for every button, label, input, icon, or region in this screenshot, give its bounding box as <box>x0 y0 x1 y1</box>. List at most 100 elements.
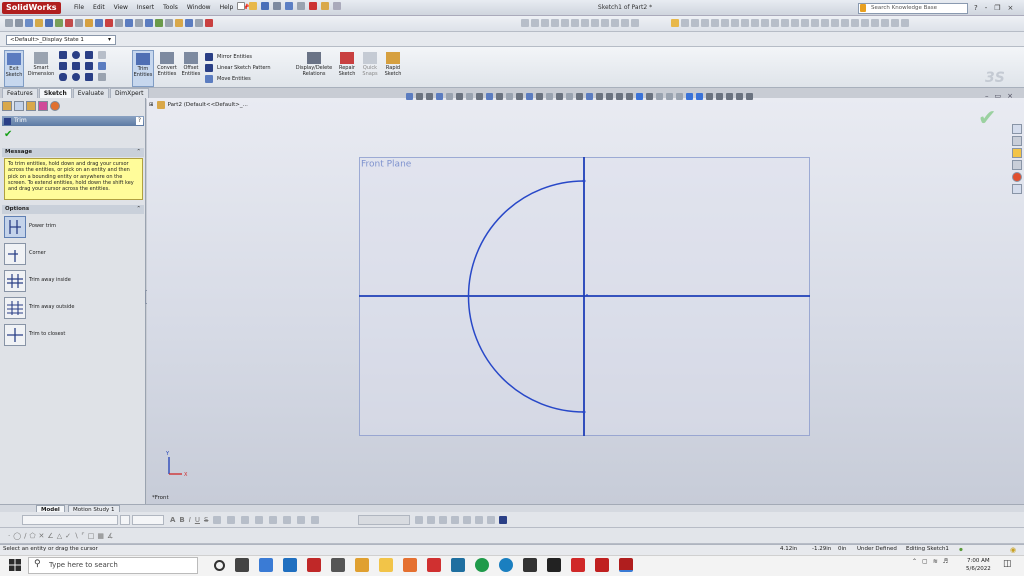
tool-icon-v[interactable] <box>891 19 899 27</box>
tool-icon-n[interactable] <box>811 19 819 27</box>
corner-format-icon[interactable]: ⌜ <box>81 532 84 540</box>
underline-icon[interactable]: U <box>195 516 200 524</box>
ok-check-button[interactable]: ✔ <box>4 129 12 140</box>
text-tool-icon[interactable] <box>98 51 106 59</box>
hud-tool-icon-11[interactable] <box>606 92 613 100</box>
spline-tool-icon[interactable] <box>85 51 93 59</box>
menu-view[interactable]: View <box>114 0 128 16</box>
feature-tree-flyout[interactable]: ⊞ Part2 (Default<<Default>_... <box>149 101 248 109</box>
tab-dimxpert[interactable]: DimXpert <box>109 87 149 99</box>
taskbar-search-input[interactable]: Type here to search <box>28 557 198 574</box>
hud-tool-icon-23[interactable] <box>726 92 733 100</box>
options-icon[interactable] <box>333 2 341 10</box>
line-format-icon[interactable]: ∕ <box>24 532 26 540</box>
tool-icon-g[interactable] <box>741 19 749 27</box>
tool-icon-q[interactable] <box>841 19 849 27</box>
centerline-tool-icon[interactable] <box>85 73 93 81</box>
display-style-icon[interactable] <box>175 19 183 27</box>
graphics-area[interactable] <box>147 98 1024 504</box>
display-manager-tab-icon[interactable] <box>50 101 60 111</box>
tool-icon-l[interactable] <box>791 19 799 27</box>
corner-option[interactable]: Corner <box>4 243 139 265</box>
tray-network-icon[interactable]: ▢ <box>922 558 928 565</box>
tool-icon-r[interactable] <box>851 19 859 27</box>
hud-tool-icon-3[interactable] <box>526 92 533 100</box>
hud-tool-icon-8[interactable] <box>576 92 583 100</box>
mail-app-icon[interactable] <box>283 558 297 572</box>
restore-button[interactable]: ❐ <box>994 4 1000 12</box>
display-style-hud-icon[interactable] <box>456 92 463 100</box>
menu-help[interactable]: Help <box>220 0 234 16</box>
sketch-fillet-icon[interactable] <box>98 62 106 70</box>
tab-evaluate[interactable]: Evaluate <box>72 87 109 99</box>
undo-icon[interactable] <box>285 2 293 10</box>
select-icon[interactable] <box>297 2 305 10</box>
tool-icon-b[interactable] <box>691 19 699 27</box>
hide-show-items-icon[interactable] <box>466 92 473 100</box>
spline-icon[interactable] <box>85 19 93 27</box>
trim-to-closest-option[interactable]: Trim to closest <box>4 324 139 346</box>
circle-format-icon[interactable]: ◯ <box>13 532 21 540</box>
circle-tool-icon[interactable] <box>72 51 80 59</box>
tab-sketch[interactable]: Sketch <box>38 87 72 99</box>
acrobat-app-icon[interactable] <box>571 558 585 572</box>
tray-wifi-icon[interactable]: ≋ <box>933 558 938 565</box>
configuration-manager-tab-icon[interactable] <box>26 101 36 111</box>
tool-icon-m[interactable] <box>801 19 809 27</box>
dimxpert-manager-tab-icon[interactable] <box>38 101 48 111</box>
appearance-icon[interactable] <box>195 19 203 27</box>
task-pane-custom-properties-icon[interactable] <box>1012 184 1022 194</box>
polygon-tool-icon[interactable] <box>85 62 93 70</box>
hud-tool-icon-14[interactable] <box>636 92 643 100</box>
zoom-area-icon[interactable] <box>135 19 143 27</box>
hud-tool-icon-22[interactable] <box>716 92 723 100</box>
font-dropdown-chevron-icon[interactable] <box>120 515 130 525</box>
hud-tool-icon-9[interactable] <box>586 92 593 100</box>
bold-icon[interactable]: A <box>170 516 175 524</box>
file-explorer-app-icon[interactable] <box>379 558 393 572</box>
message-section-header[interactable]: Message ⌃ <box>2 148 144 157</box>
hud-tool-icon-12[interactable] <box>616 92 623 100</box>
task-pane-appearances-icon[interactable] <box>1012 172 1022 182</box>
teams-app-icon[interactable] <box>259 558 273 572</box>
triangle-format-icon[interactable]: △ <box>57 532 62 540</box>
mirror-entities-button[interactable]: Mirror Entities <box>204 51 292 62</box>
tool-icon-u[interactable] <box>881 19 889 27</box>
notification-icon[interactable]: ◫ <box>1003 559 1012 569</box>
task-pane-file-explorer-icon[interactable] <box>1012 148 1022 158</box>
help-button[interactable]: ? <box>974 4 978 12</box>
doc-minimize-button[interactable]: – <box>985 92 989 100</box>
edit-appearance-icon[interactable] <box>476 92 483 100</box>
format-extra-icon-1[interactable] <box>415 516 423 524</box>
new-document-icon[interactable] <box>237 2 245 10</box>
hud-tool-icon-18[interactable] <box>676 92 683 100</box>
frame-format-icon[interactable]: □ <box>88 532 95 540</box>
sketch-tool-icon[interactable] <box>65 19 73 27</box>
slash-format-icon[interactable]: ∖ <box>74 532 78 540</box>
table-format-icon[interactable]: ▦ <box>97 532 104 540</box>
font-dropdown[interactable] <box>22 515 118 525</box>
format-extra-icon-8[interactable] <box>499 516 507 524</box>
tool-icon-o[interactable] <box>821 19 829 27</box>
hud-tool-icon-6[interactable] <box>556 92 563 100</box>
expand-icon[interactable]: ⊞ <box>149 102 154 108</box>
power-trim-option[interactable]: Power trim <box>4 216 139 238</box>
tool-icon-i[interactable] <box>761 19 769 27</box>
menu-file[interactable]: File <box>74 0 84 16</box>
calculator-app-icon[interactable] <box>451 558 465 572</box>
chevron-down-icon[interactable]: ▾ <box>108 36 111 43</box>
sum-icon[interactable] <box>55 19 63 27</box>
format-extra-icon-3[interactable] <box>439 516 447 524</box>
cortana-icon[interactable] <box>214 560 225 571</box>
rebuild-icon[interactable] <box>309 2 317 10</box>
scene-icon[interactable] <box>205 19 213 27</box>
hud-tool-icon-1[interactable] <box>506 92 513 100</box>
task-pane-design-library-icon[interactable] <box>1012 136 1022 146</box>
task-pane-view-palette-icon[interactable] <box>1012 160 1022 170</box>
display-state-dropdown[interactable]: <Default>_Display State 1 <box>6 35 116 45</box>
menu-tools[interactable]: Tools <box>163 0 178 16</box>
units-icon[interactable]: ◉ <box>1010 546 1016 554</box>
tool-icon-p[interactable] <box>831 19 839 27</box>
convert-entities-button[interactable]: Convert Entities <box>156 50 178 87</box>
rectangle-icon[interactable] <box>95 19 103 27</box>
